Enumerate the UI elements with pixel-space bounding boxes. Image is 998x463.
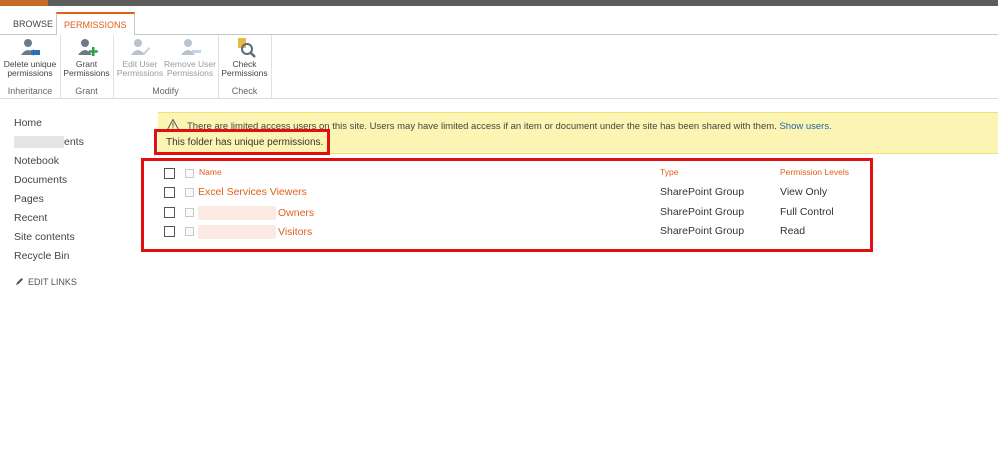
group-type: SharePoint Group [660,186,745,198]
edit-user-permissions-button[interactable]: Edit User Permissions [116,37,164,78]
button-label-line2: Permissions [221,68,268,78]
row-item-checkbox[interactable] [185,227,194,236]
grant-user-icon [77,39,98,56]
tab-permissions[interactable]: PERMISSIONS [56,12,135,37]
group-label: Inheritance [7,86,53,96]
group-type: SharePoint Group [660,205,745,218]
permission-level: Full Control [780,205,834,218]
unique-permissions-message: This folder has unique permissions. [166,137,324,148]
ribbon: Delete unique permissions Inheritance Gr… [0,35,998,99]
show-users-link[interactable]: Show users. [779,121,831,132]
table-row: Excel Services Viewers SharePoint Group … [158,185,858,205]
group-label: Check [231,86,258,96]
remove-user-icon [181,39,201,55]
status-bar: There are limited access users on this s… [158,112,998,154]
edit-user-icon [131,39,151,55]
permission-level: Read [780,225,806,237]
redacted-text [198,205,276,220]
nav-item-recent[interactable]: Recent [14,211,134,230]
remove-user-permissions-button[interactable]: Remove User Permissions [164,37,216,78]
permissions-table: Name Type Permission Levels Excel Servic… [158,166,858,244]
quick-launch: Home ents Notebook Documents Pages Recen… [14,116,134,268]
button-label-line2: permissions [7,68,53,78]
button-label-line2: Permissions [63,68,110,78]
table-header: Name Type Permission Levels [158,166,858,185]
nav-item-documents[interactable]: Documents [14,173,134,192]
group-name-link[interactable]: Excel Services Viewers [198,186,307,198]
button-label-line2: Permissions [166,68,214,78]
delete-permissions-icon [21,39,40,56]
nav-item-pages[interactable]: Pages [14,192,134,211]
column-header-permission-levels[interactable]: Permission Levels [780,167,849,177]
ribbon-tabs: BROWSE PERMISSIONS [0,12,998,37]
ribbon-group-grant: Grant Permissions Grant [60,35,114,98]
nav-item-label: ents [64,136,84,148]
group-name-label: Visitors [278,225,313,238]
row-checkbox[interactable] [164,206,175,218]
group-type: SharePoint Group [660,225,745,237]
nav-item-notebook[interactable]: Notebook [14,154,134,173]
suite-bar-accent [0,0,48,6]
warning-icon [167,119,179,130]
table-row: Owners SharePoint Group Full Control [158,205,858,225]
check-permissions-button[interactable]: Check Permissions [221,37,268,78]
check-permissions-icon [237,38,256,58]
tab-browse[interactable]: BROWSE [6,14,60,34]
redacted-text [198,225,276,239]
group-name-link[interactable]: Owners [198,205,315,220]
column-header-name[interactable]: Name [199,167,222,177]
permission-level: View Only [780,186,828,198]
redacted-text [14,136,64,149]
select-all-item-checkbox[interactable] [185,169,194,178]
row-item-checkbox[interactable] [185,188,194,197]
button-label-line2: Permissions [116,68,164,78]
grant-permissions-button[interactable]: Grant Permissions [63,37,110,78]
ribbon-group-inheritance: Delete unique permissions Inheritance [0,35,61,98]
pencil-icon [16,278,23,285]
edit-links-label: EDIT LINKS [28,277,77,287]
nav-item-site[interactable]: ents [14,135,134,154]
nav-item-recycle-bin[interactable]: Recycle Bin [14,249,134,268]
select-all-checkbox[interactable] [164,168,175,179]
group-name-link[interactable]: Visitors [198,225,312,239]
suite-bar [0,0,998,6]
nav-item-home[interactable]: Home [14,116,134,135]
nav-item-site-contents[interactable]: Site contents [14,230,134,249]
limited-access-text: There are limited access users on this s… [187,121,777,132]
ribbon-group-check: Check Permissions Check [218,35,272,98]
row-checkbox[interactable] [164,226,175,237]
row-checkbox[interactable] [164,187,175,198]
column-header-type[interactable]: Type [660,167,678,177]
row-item-checkbox[interactable] [185,207,194,217]
limited-access-message: There are limited access users on this s… [187,121,832,132]
edit-links-button[interactable]: EDIT LINKS [15,277,77,287]
delete-unique-permissions-button[interactable]: Delete unique permissions [2,37,58,78]
ribbon-group-modify: Edit User Permissions Remove User Permis… [113,35,219,98]
table-row: Visitors SharePoint Group Read [158,224,858,244]
group-label: Grant [75,86,98,96]
group-name-label: Owners [278,206,315,219]
group-label: Modify [152,86,179,96]
